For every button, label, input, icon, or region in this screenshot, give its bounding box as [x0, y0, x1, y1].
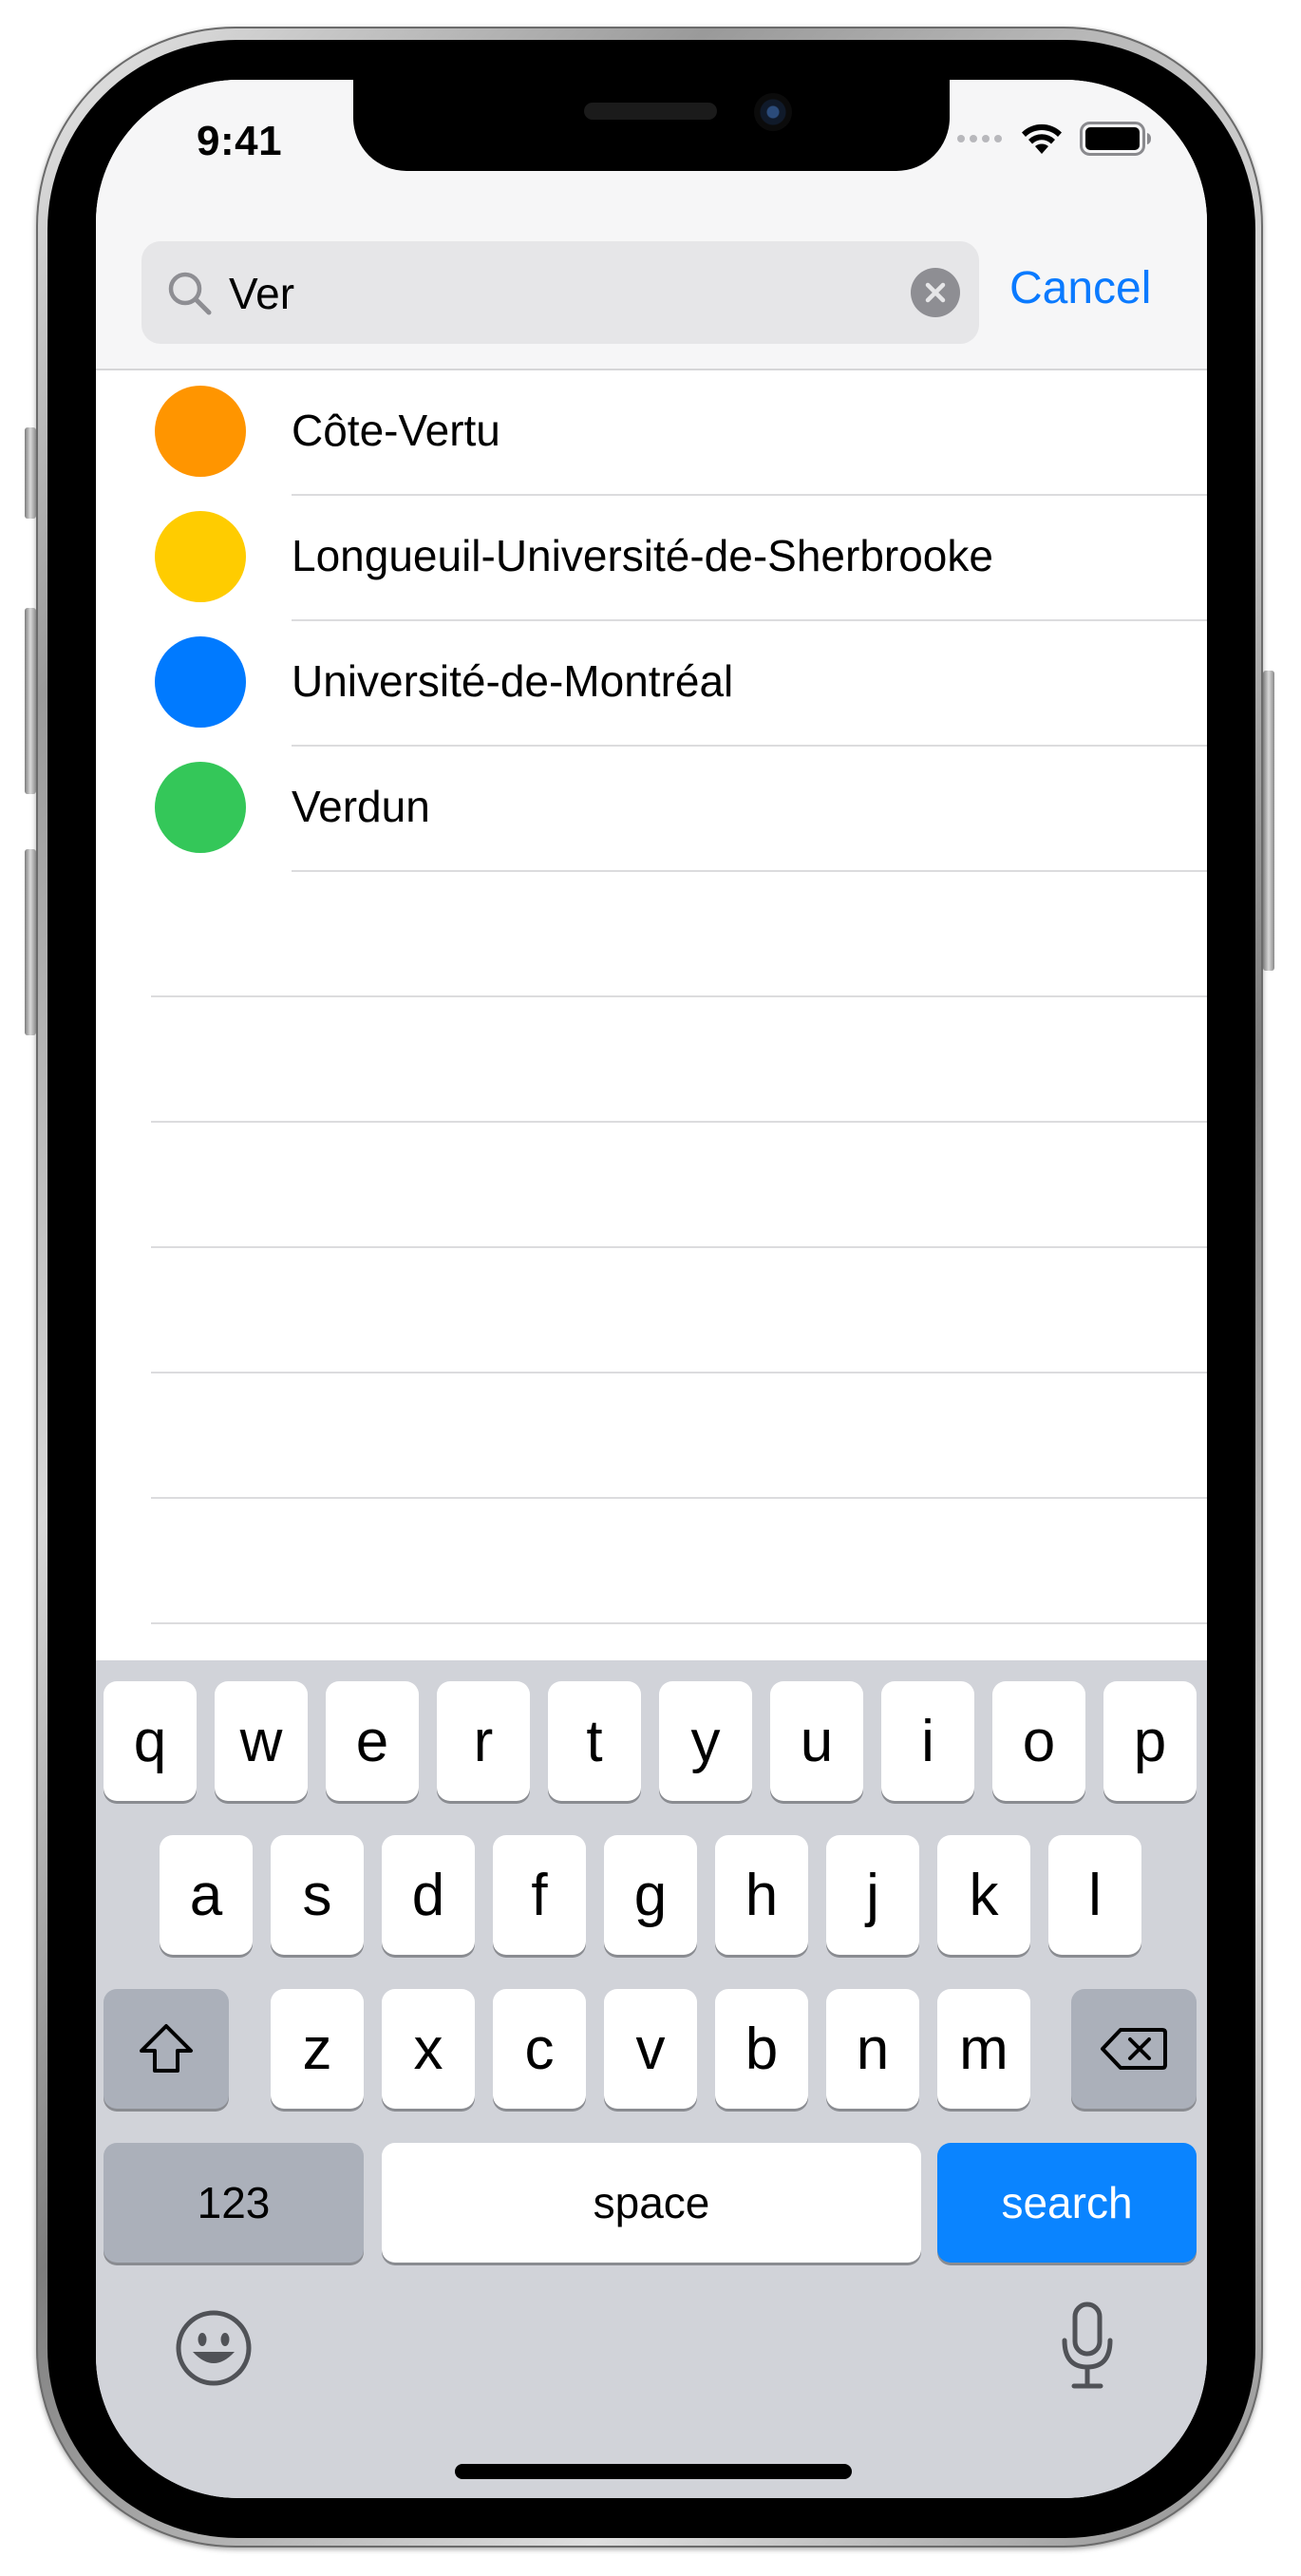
key-s[interactable]: s	[271, 1835, 364, 1955]
empty-row-separator	[151, 1497, 1207, 1499]
screen: 9:41 Ver Cancel Côte-Vertu Longueuil-Uni…	[96, 80, 1207, 2498]
delete-key[interactable]	[1071, 1989, 1197, 2109]
emoji-icon	[176, 2310, 252, 2386]
search-input[interactable]: Ver	[229, 268, 294, 319]
key-c[interactable]: c	[493, 1989, 586, 2109]
dictation-button[interactable]	[1057, 2301, 1118, 2392]
status-indicators	[956, 122, 1152, 156]
line-color-dot	[155, 386, 246, 477]
key-j[interactable]: j	[826, 1835, 919, 1955]
battery-icon	[1080, 122, 1151, 156]
keyboard: q w e r t y u i o p a s d f g h j k l z …	[96, 1660, 1207, 2498]
key-q[interactable]: q	[104, 1681, 197, 1801]
search-icon	[168, 272, 212, 315]
key-w[interactable]: w	[215, 1681, 308, 1801]
microphone-icon	[1062, 2301, 1113, 2389]
result-row[interactable]: Longueuil-Université-de-Sherbrooke	[96, 494, 1207, 619]
key-t[interactable]: t	[548, 1681, 641, 1801]
empty-row-separator	[151, 1246, 1207, 1248]
cellular-signal-icon	[957, 135, 1002, 142]
wifi-icon	[1022, 123, 1062, 154]
empty-row-separator	[151, 1622, 1207, 1624]
key-g[interactable]: g	[604, 1835, 697, 1955]
result-label: Verdun	[292, 782, 430, 831]
clear-icon	[925, 282, 946, 303]
notch	[353, 80, 950, 171]
empty-row-separator	[151, 995, 1207, 997]
result-label: Longueuil-Université-de-Sherbrooke	[292, 531, 993, 580]
result-label: Côte-Vertu	[292, 406, 500, 455]
action-button	[25, 427, 36, 519]
line-color-dot	[155, 636, 246, 728]
home-indicator[interactable]	[455, 2464, 852, 2479]
search-field[interactable]: Ver	[141, 241, 979, 344]
key-m[interactable]: m	[937, 1989, 1030, 2109]
clear-search-button[interactable]	[911, 268, 960, 317]
result-label: Université-de-Montréal	[292, 656, 734, 706]
cancel-button[interactable]: Cancel	[1009, 262, 1151, 314]
key-x[interactable]: x	[382, 1989, 475, 2109]
key-u[interactable]: u	[770, 1681, 863, 1801]
key-e[interactable]: e	[326, 1681, 419, 1801]
status-time: 9:41	[197, 118, 283, 164]
key-d[interactable]: d	[382, 1835, 475, 1955]
key-l[interactable]: l	[1048, 1835, 1141, 1955]
empty-row-separator	[151, 1372, 1207, 1373]
space-key[interactable]: space	[382, 2143, 921, 2263]
key-v[interactable]: v	[604, 1989, 697, 2109]
empty-row-separator	[151, 1121, 1207, 1123]
front-camera	[754, 93, 792, 131]
volume-down-button	[25, 849, 36, 1035]
emoji-button[interactable]	[174, 2308, 254, 2388]
key-a[interactable]: a	[160, 1835, 253, 1955]
key-h[interactable]: h	[715, 1835, 808, 1955]
shift-icon	[140, 2024, 193, 2073]
key-k[interactable]: k	[937, 1835, 1030, 1955]
key-n[interactable]: n	[826, 1989, 919, 2109]
key-i[interactable]: i	[881, 1681, 974, 1801]
search-header: 9:41 Ver Cancel	[96, 80, 1207, 370]
row-separator	[292, 870, 1207, 872]
speaker-grille	[584, 103, 717, 120]
result-row[interactable]: Université-de-Montréal	[96, 619, 1207, 745]
key-b[interactable]: b	[715, 1989, 808, 2109]
key-z[interactable]: z	[271, 1989, 364, 2109]
key-o[interactable]: o	[992, 1681, 1085, 1801]
search-key[interactable]: search	[937, 2143, 1197, 2263]
delete-icon	[1101, 2028, 1167, 2070]
result-row[interactable]: Côte-Vertu	[96, 369, 1207, 494]
key-y[interactable]: y	[659, 1681, 752, 1801]
line-color-dot	[155, 511, 246, 602]
numbers-key[interactable]: 123	[104, 2143, 364, 2263]
power-button	[1263, 671, 1274, 971]
shift-key[interactable]	[104, 1989, 229, 2109]
key-p[interactable]: p	[1103, 1681, 1197, 1801]
volume-up-button	[25, 608, 36, 794]
result-row[interactable]: Verdun	[96, 745, 1207, 870]
key-r[interactable]: r	[437, 1681, 530, 1801]
key-f[interactable]: f	[493, 1835, 586, 1955]
line-color-dot	[155, 762, 246, 853]
